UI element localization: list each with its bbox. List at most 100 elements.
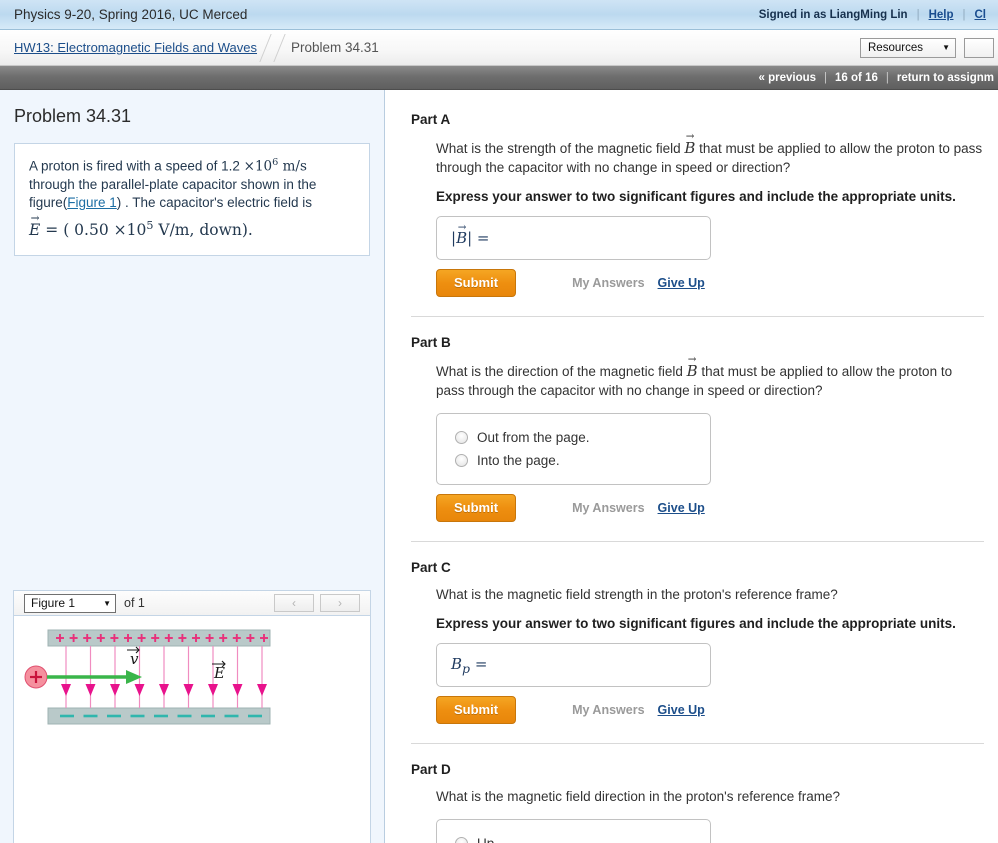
resources-dropdown-label: Resources bbox=[868, 42, 923, 54]
content-split: Problem 34.31 A proton is fired with a s… bbox=[0, 90, 998, 843]
radio-icon[interactable] bbox=[455, 837, 468, 843]
part-b-options: Out from the page. Into the page. bbox=[436, 413, 711, 485]
part-d-option-label-0: Up bbox=[477, 836, 494, 843]
field-arrowheads bbox=[61, 684, 267, 696]
part-b-option-1[interactable]: Into the page. bbox=[437, 449, 710, 472]
figure-select-value: Figure 1 bbox=[31, 596, 75, 610]
equation-times: × bbox=[114, 221, 127, 239]
equation-E-symbol: E bbox=[29, 220, 40, 241]
part-d-body: What is the magnetic field direction in … bbox=[411, 777, 984, 843]
part-b-question: What is the direction of the magnetic fi… bbox=[436, 361, 984, 400]
equation-equals: = bbox=[45, 221, 58, 239]
chevron-down-icon: ▼ bbox=[103, 599, 111, 608]
parts-list: Part A What is the strength of the magnet… bbox=[385, 90, 998, 843]
secondary-dropdown-clipped[interactable] bbox=[964, 38, 994, 58]
course-title: Physics 9-20, Spring 2016, UC Merced bbox=[14, 7, 247, 22]
part-a-submit-button[interactable]: Submit bbox=[436, 269, 516, 297]
figure-panel: Figure 1 ▼ of 1 ‹ › bbox=[13, 590, 371, 843]
capacitor-diagram: v E bbox=[14, 616, 372, 843]
part-a-heading: Part A bbox=[411, 112, 984, 127]
part-d-options: UpDownInto page bbox=[436, 819, 711, 843]
divider: | bbox=[963, 9, 966, 21]
part-b-question-symbol: B bbox=[687, 361, 698, 382]
part-d-question: What is the magnetic field direction in … bbox=[436, 788, 984, 807]
part-c: Part CWhat is the magnetic field strengt… bbox=[411, 560, 984, 725]
electric-field-equation: E = ( 0.50 ×105 V/m, down). bbox=[29, 218, 355, 241]
part-c-body: What is the magnetic field strength in t… bbox=[411, 575, 984, 725]
part-b-option-label-0: Out from the page. bbox=[477, 430, 590, 445]
part-c-answer-input[interactable]: Bp = bbox=[436, 643, 711, 687]
part-d-option-0[interactable]: Up bbox=[437, 832, 710, 843]
part-a-answer-label: |B| = bbox=[451, 229, 489, 247]
part-b-heading: Part B bbox=[411, 335, 984, 350]
figure-canvas: v E bbox=[13, 616, 371, 843]
part-a-instruction: Express your answer to two significant f… bbox=[436, 189, 984, 204]
part-b-my-answers-link[interactable]: My Answers bbox=[572, 501, 644, 515]
part-b-body: What is the direction of the magnetic fi… bbox=[411, 350, 984, 521]
figure-toolbar: Figure 1 ▼ of 1 ‹ › bbox=[13, 590, 371, 616]
breadcrumb-assignment-link[interactable]: HW13: Electromagnetic Fields and Waves bbox=[14, 40, 257, 55]
page-title: Problem 34.31 bbox=[0, 90, 384, 127]
signed-in-label: Signed in as LiangMing Lin bbox=[759, 9, 908, 21]
part-d-heading: Part D bbox=[411, 762, 984, 777]
problem-statement: A proton is fired with a speed of 1.2 ×1… bbox=[14, 143, 370, 256]
figure-count-label: of 1 bbox=[124, 596, 145, 610]
divider: | bbox=[824, 72, 827, 84]
part-c-give-up-link[interactable]: Give Up bbox=[658, 703, 705, 717]
part-a-answer-input[interactable]: |B| = bbox=[436, 216, 711, 260]
return-to-assignment-link[interactable]: return to assignm bbox=[897, 72, 994, 84]
part-c-answer-label: Bp = bbox=[451, 655, 487, 676]
resources-dropdown[interactable]: Resources ▼ bbox=[860, 38, 956, 58]
part-divider bbox=[411, 743, 984, 744]
statement-text-1: A proton is fired with a speed of 1.2 bbox=[29, 159, 244, 174]
part-b: Part B What is the direction of the magne… bbox=[411, 335, 984, 521]
problem-counter: 16 of 16 bbox=[835, 72, 878, 84]
breadcrumb-current: Problem 34.31 bbox=[291, 40, 379, 55]
part-c-my-answers-link[interactable]: My Answers bbox=[572, 703, 644, 717]
equation-base: 10 bbox=[127, 221, 147, 239]
problem-sidebar: Problem 34.31 A proton is fired with a s… bbox=[0, 90, 385, 843]
chevron-right-icon bbox=[257, 30, 291, 66]
part-a-my-answers-link[interactable]: My Answers bbox=[572, 276, 644, 290]
part-b-submit-button[interactable]: Submit bbox=[436, 494, 516, 522]
part-c-actions: Submit My Answers Give Up bbox=[436, 696, 984, 724]
account-area: Signed in as LiangMing Lin | Help | Cl bbox=[759, 9, 986, 21]
chevron-down-icon: ▼ bbox=[942, 43, 950, 52]
statement-times-1: × bbox=[244, 159, 255, 175]
part-a: Part A What is the strength of the magnet… bbox=[411, 112, 984, 297]
part-a-body: What is the strength of the magnetic fie… bbox=[411, 127, 984, 297]
part-c-heading: Part C bbox=[411, 560, 984, 575]
breadcrumb-controls: Resources ▼ bbox=[860, 38, 998, 58]
previous-problem-link[interactable]: « previous bbox=[759, 72, 817, 84]
statement-units-1: m/s bbox=[278, 159, 307, 175]
close-logout-link[interactable]: Cl bbox=[975, 9, 987, 21]
equation-open: ( 0.50 bbox=[63, 221, 113, 239]
help-link[interactable]: Help bbox=[929, 9, 954, 21]
radio-icon[interactable] bbox=[455, 431, 468, 444]
problem-nav-strip: « previous | 16 of 16 | return to assign… bbox=[0, 66, 998, 90]
figure-next-button[interactable]: › bbox=[320, 594, 360, 612]
part-b-give-up-link[interactable]: Give Up bbox=[658, 501, 705, 515]
figure-nav-buttons: ‹ › bbox=[274, 594, 366, 612]
figure-select[interactable]: Figure 1 ▼ bbox=[24, 594, 116, 613]
breadcrumb-bar: HW13: Electromagnetic Fields and Waves P… bbox=[0, 30, 998, 66]
part-a-give-up-link[interactable]: Give Up bbox=[658, 276, 705, 290]
part-c-submit-button[interactable]: Submit bbox=[436, 696, 516, 724]
part-a-question: What is the strength of the magnetic fie… bbox=[436, 138, 984, 177]
part-b-option-label-1: Into the page. bbox=[477, 453, 560, 468]
part-divider bbox=[411, 316, 984, 317]
part-c-instruction: Express your answer to two significant f… bbox=[436, 616, 984, 631]
figure-1-link[interactable]: Figure 1 bbox=[67, 195, 117, 210]
radio-icon[interactable] bbox=[455, 454, 468, 467]
part-b-option-0[interactable]: Out from the page. bbox=[437, 426, 710, 449]
statement-text-3: ) . The capacitor's electric field is bbox=[117, 195, 312, 210]
statement-base-1: 10 bbox=[255, 159, 272, 175]
velocity-label: v bbox=[130, 650, 139, 668]
figure-prev-button[interactable]: ‹ bbox=[274, 594, 314, 612]
divider: | bbox=[886, 72, 889, 84]
part-a-actions: Submit My Answers Give Up bbox=[436, 269, 984, 297]
part-a-question-symbol: B bbox=[684, 138, 695, 159]
part-b-actions: Submit My Answers Give Up bbox=[436, 494, 984, 522]
part-divider bbox=[411, 541, 984, 542]
equation-rest: V/m, down). bbox=[153, 221, 252, 239]
